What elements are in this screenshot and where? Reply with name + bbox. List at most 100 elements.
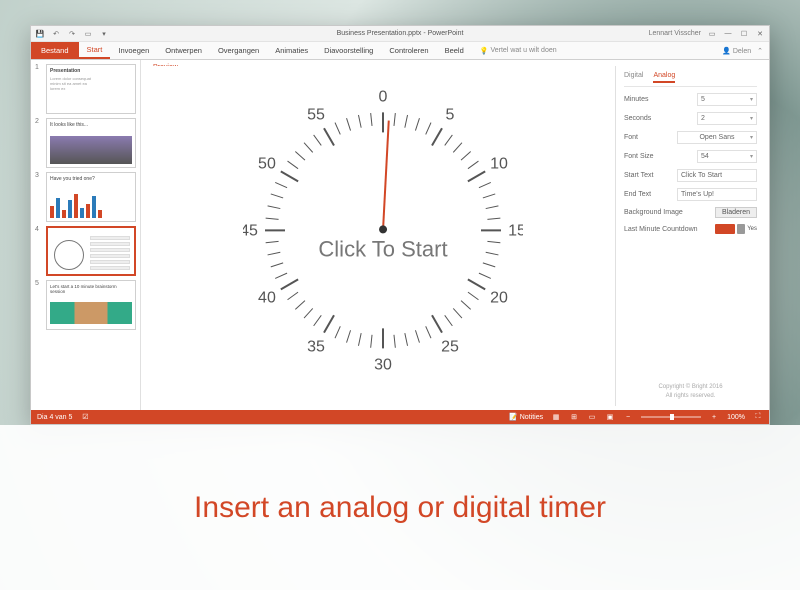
browse-button[interactable]: Bladeren bbox=[715, 207, 757, 218]
ribbon-tab-beeld[interactable]: Beeld bbox=[437, 42, 472, 59]
timer-settings-panel: Digital Analog Minutes 5▾ Seconds 2▾ Fon… bbox=[615, 66, 765, 406]
normal-view-icon[interactable]: ▦ bbox=[551, 413, 561, 421]
tab-analog[interactable]: Analog bbox=[653, 72, 675, 83]
ribbon-tab-ontwerpen[interactable]: Ontwerpen bbox=[157, 42, 210, 59]
lightbulb-icon: 💡 bbox=[480, 47, 489, 55]
slide-thumbnail-2[interactable]: It looks like this... bbox=[46, 118, 136, 168]
endtext-label: End Text bbox=[624, 191, 651, 198]
close-icon[interactable]: ✕ bbox=[755, 29, 765, 39]
chevron-down-icon: ▾ bbox=[750, 134, 753, 141]
ribbon-tab-overgangen[interactable]: Overgangen bbox=[210, 42, 267, 59]
seconds-input[interactable]: 2▾ bbox=[697, 112, 757, 125]
thumb-number: 2 bbox=[35, 118, 43, 168]
lastmin-label: Last Minute Countdown bbox=[624, 226, 698, 233]
ribbon: Bestand Start Invoegen Ontwerpen Overgan… bbox=[31, 42, 769, 60]
ribbon-tab-start[interactable]: Start bbox=[79, 42, 111, 59]
chevron-down-icon: ▾ bbox=[750, 115, 753, 122]
fontsize-label: Font Size bbox=[624, 153, 654, 160]
thumb-number: 4 bbox=[35, 226, 43, 276]
caption-band: Insert an analog or digital timer bbox=[0, 425, 800, 590]
ribbon-tab-diavoorstelling[interactable]: Diavoorstelling bbox=[316, 42, 381, 59]
svg-text:55: 55 bbox=[307, 106, 325, 123]
collapse-ribbon-icon[interactable]: ⌃ bbox=[757, 47, 763, 55]
spellcheck-icon[interactable]: ☑ bbox=[80, 413, 90, 421]
thumb-image bbox=[50, 302, 132, 324]
thumb-title: Have you tried one? bbox=[50, 176, 132, 182]
svg-text:25: 25 bbox=[441, 338, 459, 355]
tell-me-placeholder: Vertel wat u wilt doen bbox=[490, 47, 556, 54]
minimize-icon[interactable]: — bbox=[723, 29, 733, 39]
minutes-label: Minutes bbox=[624, 96, 649, 103]
lastmin-toggle[interactable]: Yes bbox=[715, 224, 757, 234]
thumb-panel bbox=[90, 236, 130, 272]
toggle-on-icon bbox=[715, 224, 735, 234]
slide-thumbnail-1[interactable]: Presentation Lorem dolor consequatminim … bbox=[46, 64, 136, 114]
slide-indicator[interactable]: Dia 4 van 5 bbox=[37, 414, 72, 421]
powerpoint-window: 💾 ↶ ↷ ▭ ▾ Business Presentation.pptx - P… bbox=[30, 25, 770, 425]
thumb-title: It looks like this... bbox=[50, 122, 132, 128]
slideshow-view-icon[interactable]: ▣ bbox=[605, 413, 615, 421]
thumb-clock-icon bbox=[54, 240, 84, 270]
reading-view-icon[interactable]: ▭ bbox=[587, 413, 597, 421]
svg-text:40: 40 bbox=[258, 289, 276, 306]
quick-access-toolbar: 💾 ↶ ↷ ▭ ▾ Business Presentation.pptx - P… bbox=[31, 26, 769, 42]
seconds-label: Seconds bbox=[624, 115, 651, 122]
zoom-in-icon[interactable]: + bbox=[709, 413, 719, 421]
zoom-slider[interactable] bbox=[641, 416, 701, 418]
thumb-number: 5 bbox=[35, 280, 43, 330]
slide-thumbnail-4[interactable] bbox=[46, 226, 136, 276]
toggle-handle-icon bbox=[737, 224, 745, 234]
thumb-title: Presentation bbox=[50, 68, 132, 74]
qat-dropdown-icon[interactable]: ▾ bbox=[99, 29, 109, 39]
svg-text:10: 10 bbox=[490, 155, 508, 172]
slide-editor: Preview 0510152025303540455055 Click To … bbox=[141, 60, 769, 410]
chevron-down-icon: ▾ bbox=[750, 96, 753, 103]
analog-timer[interactable]: 0510152025303540455055 Click To Start bbox=[243, 90, 523, 370]
thumb-number: 3 bbox=[35, 172, 43, 222]
panel-footer: Copyright © Bright 2016 All rights reser… bbox=[624, 383, 757, 400]
chevron-down-icon: ▾ bbox=[750, 153, 753, 160]
slide-thumbnail-5[interactable]: Let's start a 10 minute brainstorm sessi… bbox=[46, 280, 136, 330]
tab-digital[interactable]: Digital bbox=[624, 72, 643, 83]
font-select[interactable]: Open Sans▾ bbox=[677, 131, 757, 144]
svg-text:35: 35 bbox=[307, 338, 325, 355]
clock-start-text[interactable]: Click To Start bbox=[243, 236, 523, 262]
svg-text:20: 20 bbox=[490, 289, 508, 306]
file-tab[interactable]: Bestand bbox=[31, 42, 79, 59]
slide-thumbnail-3[interactable]: Have you tried one? bbox=[46, 172, 136, 222]
tell-me-search[interactable]: 💡 Vertel wat u wilt doen bbox=[480, 42, 557, 59]
share-button[interactable]: 👤 Delen bbox=[722, 47, 751, 55]
svg-text:0: 0 bbox=[379, 90, 388, 105]
svg-text:50: 50 bbox=[258, 155, 276, 172]
bgimage-label: Background Image bbox=[624, 209, 683, 216]
caption-text: Insert an analog or digital timer bbox=[194, 491, 606, 525]
slide-thumbnail-panel[interactable]: 1 Presentation Lorem dolor consequatmini… bbox=[31, 60, 141, 410]
work-area: 1 Presentation Lorem dolor consequatmini… bbox=[31, 60, 769, 410]
zoom-level[interactable]: 100% bbox=[727, 414, 745, 421]
ribbon-tab-animaties[interactable]: Animaties bbox=[267, 42, 316, 59]
status-bar: Dia 4 van 5 ☑ 📝 Notities ▦ ⊞ ▭ ▣ − + 100… bbox=[31, 410, 769, 424]
fit-window-icon[interactable]: ⛶ bbox=[753, 413, 763, 421]
notes-button[interactable]: 📝 Notities bbox=[509, 413, 543, 421]
zoom-out-icon[interactable]: − bbox=[623, 413, 633, 421]
svg-text:30: 30 bbox=[374, 356, 392, 370]
sorter-view-icon[interactable]: ⊞ bbox=[569, 413, 579, 421]
slide-canvas[interactable]: 0510152025303540455055 Click To Start bbox=[151, 66, 615, 406]
undo-icon[interactable]: ↶ bbox=[51, 29, 61, 39]
thumb-title: Let's start a 10 minute brainstorm sessi… bbox=[50, 284, 132, 294]
ribbon-tab-controleren[interactable]: Controleren bbox=[381, 42, 436, 59]
user-name[interactable]: Lennart Visscher bbox=[649, 30, 701, 37]
endtext-input[interactable]: Time's Up! bbox=[677, 188, 757, 201]
thumb-image bbox=[50, 136, 132, 164]
fontsize-input[interactable]: 54▾ bbox=[697, 150, 757, 163]
svg-text:5: 5 bbox=[446, 106, 455, 123]
start-show-icon[interactable]: ▭ bbox=[83, 29, 93, 39]
ribbon-tab-invoegen[interactable]: Invoegen bbox=[110, 42, 157, 59]
minutes-input[interactable]: 5▾ bbox=[697, 93, 757, 106]
starttext-input[interactable]: Click To Start bbox=[677, 169, 757, 182]
save-icon[interactable]: 💾 bbox=[35, 29, 45, 39]
ribbon-options-icon[interactable]: ▭ bbox=[707, 29, 717, 39]
maximize-icon[interactable]: ☐ bbox=[739, 29, 749, 39]
redo-icon[interactable]: ↷ bbox=[67, 29, 77, 39]
starttext-label: Start Text bbox=[624, 172, 653, 179]
